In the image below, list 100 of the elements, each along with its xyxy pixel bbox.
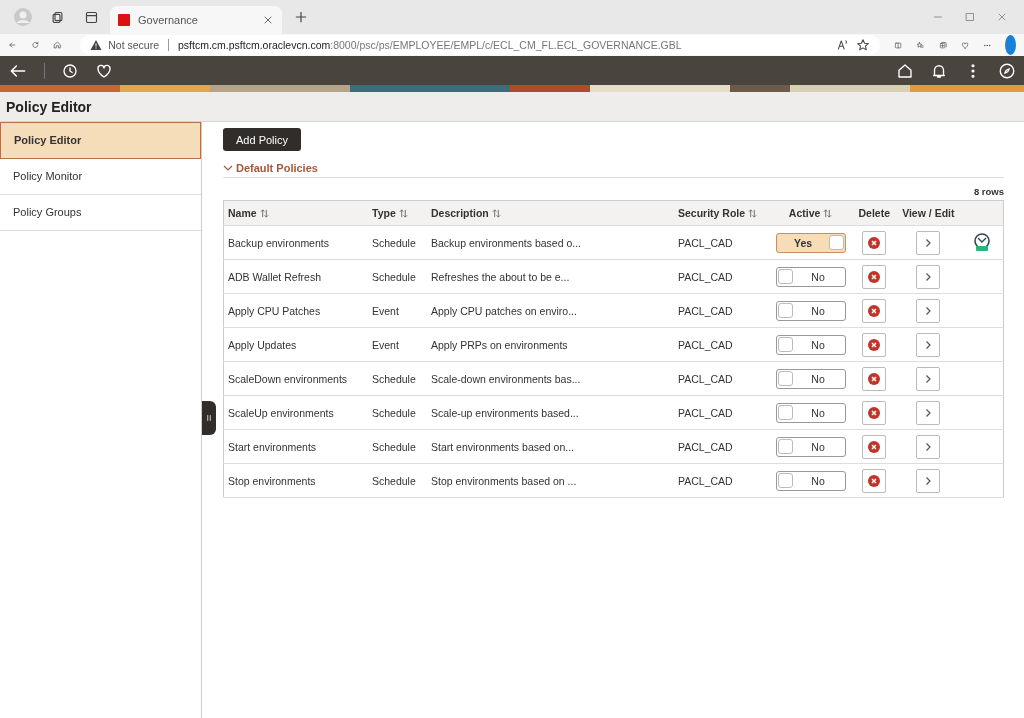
table-cell: PACL_CAD <box>678 406 733 419</box>
maximize-icon[interactable] <box>964 11 976 23</box>
table-cell: Apply CPU patches on enviro... <box>431 304 577 317</box>
table-cell: Schedule <box>372 236 416 249</box>
delete-icon <box>868 236 881 249</box>
table-cell: PACL_CAD <box>678 474 733 487</box>
table-cell: Schedule <box>372 372 416 385</box>
sidebar-item[interactable]: Policy Editor <box>0 122 201 159</box>
active-toggle[interactable]: No <box>775 368 846 389</box>
copilot-icon[interactable] <box>1005 35 1017 55</box>
view-edit-button[interactable] <box>916 468 941 493</box>
table-cell: Apply PRPs on environments <box>431 338 568 351</box>
pause-bars-icon[interactable] <box>204 412 214 424</box>
table-cell: ScaleUp environments <box>228 406 334 419</box>
column-header: View / Edit <box>902 207 955 219</box>
view-edit-button[interactable] <box>916 298 941 323</box>
table-cell: Event <box>372 304 399 317</box>
sort-icon[interactable] <box>823 208 833 218</box>
row-count: 8 rows <box>973 186 1004 197</box>
table-cell: PACL_CAD <box>678 372 733 385</box>
close-icon[interactable] <box>262 14 274 26</box>
active-toggle[interactable]: No <box>775 436 846 457</box>
address-bar[interactable]: Not secure psftcm.cm.psftcm.oraclevcn.com:8000/psc/ps/EMPLOYEE/EMPL/c/ECL_CM_FL.ECL_GOVERNANCE.GBL <box>80 35 881 55</box>
sort-icon[interactable] <box>398 208 408 218</box>
delete-icon <box>868 338 881 351</box>
compass-icon[interactable] <box>998 61 1016 80</box>
delete-button[interactable] <box>862 400 887 425</box>
new-tab-icon[interactable] <box>293 9 309 25</box>
table-cell: PACL_CAD <box>678 440 733 453</box>
table-cell: Backup environments <box>228 236 329 249</box>
table-cell: Scale-down environments bas... <box>431 372 581 385</box>
column-header[interactable]: Name <box>228 207 269 219</box>
delete-button[interactable] <box>862 434 887 459</box>
table-cell: ScaleDown environments <box>228 372 348 385</box>
active-toggle[interactable]: No <box>775 470 846 491</box>
security-label: Not secure <box>108 39 159 51</box>
sort-icon[interactable] <box>748 208 758 218</box>
favorite-star-icon[interactable] <box>856 38 871 52</box>
table-cell: Backup environments based o... <box>431 236 581 249</box>
table-cell: Schedule <box>372 440 416 453</box>
view-edit-button[interactable] <box>916 230 941 255</box>
active-toggle[interactable]: No <box>775 334 846 355</box>
delete-button[interactable] <box>862 298 887 323</box>
sort-icon[interactable] <box>491 208 501 218</box>
warning-icon <box>90 39 103 51</box>
delete-icon <box>868 304 881 317</box>
table-cell: Stop environments based on ... <box>431 474 577 487</box>
table-cell: Stop environments <box>228 474 316 487</box>
view-edit-button[interactable] <box>916 264 941 289</box>
active-toggle[interactable]: No <box>775 300 846 321</box>
schedule-clock-icon <box>972 231 992 252</box>
column-header: Delete <box>858 207 890 219</box>
close-icon[interactable] <box>996 11 1008 23</box>
view-edit-button[interactable] <box>916 366 941 391</box>
collections-icon[interactable] <box>49 9 65 25</box>
column-header[interactable]: Description <box>431 207 501 219</box>
delete-button[interactable] <box>862 230 887 255</box>
chevron-down-icon[interactable] <box>223 163 233 173</box>
table-cell: Start environments based on... <box>431 440 574 453</box>
delete-icon <box>868 474 881 487</box>
add-policy-button[interactable]: Add Policy <box>223 128 301 151</box>
sort-icon[interactable] <box>259 208 269 218</box>
tab-actions-icon[interactable] <box>83 9 99 25</box>
table-cell: Scale-up environments based... <box>431 406 579 419</box>
table-cell: PACL_CAD <box>678 338 733 351</box>
view-edit-button[interactable] <box>916 400 941 425</box>
table-cell: Start environments <box>228 440 317 453</box>
delete-icon <box>868 270 881 283</box>
table-cell: PACL_CAD <box>678 236 733 249</box>
active-toggle[interactable]: Yes <box>775 232 846 253</box>
table-cell: Apply CPU Patches <box>228 304 321 317</box>
sidebar-item[interactable]: Policy Monitor <box>0 159 201 195</box>
table-cell: Apply Updates <box>228 338 297 351</box>
delete-button[interactable] <box>862 264 887 289</box>
table-cell: Schedule <box>372 406 416 419</box>
history-icon[interactable] <box>61 61 79 80</box>
active-toggle[interactable]: No <box>775 266 846 287</box>
site-favicon <box>118 14 130 26</box>
delete-icon <box>868 372 881 385</box>
url-text: psftcm.cm.psftcm.oraclevcn.com:8000/psc/ps/EMPLOYEE/EMPL/c/ECL_CM_FL.ECL_GOVERNANCE.GBL <box>178 39 682 51</box>
browser-tab[interactable]: Governance <box>110 6 282 34</box>
collapse-handle[interactable] <box>202 401 216 435</box>
delete-icon <box>868 440 881 453</box>
section-title[interactable]: Default Policies <box>236 162 318 174</box>
page-title: Policy Editor <box>0 92 1024 122</box>
view-edit-button[interactable] <box>916 434 941 459</box>
table-cell: Event <box>372 338 399 351</box>
table-cell: Schedule <box>372 474 416 487</box>
active-toggle[interactable]: No <box>775 402 846 423</box>
sidebar-item[interactable]: Policy Groups <box>0 195 201 231</box>
delete-button[interactable] <box>862 468 887 493</box>
delete-button[interactable] <box>862 366 887 391</box>
delete-button[interactable] <box>862 332 887 357</box>
view-edit-button[interactable] <box>916 332 941 357</box>
table-cell: Refreshes the about to be e... <box>431 270 570 283</box>
table-cell: PACL_CAD <box>678 270 733 283</box>
delete-icon <box>868 406 881 419</box>
table-cell: ADB Wallet Refresh <box>228 270 321 283</box>
table-cell: PACL_CAD <box>678 304 733 317</box>
table-cell: Schedule <box>372 270 416 283</box>
